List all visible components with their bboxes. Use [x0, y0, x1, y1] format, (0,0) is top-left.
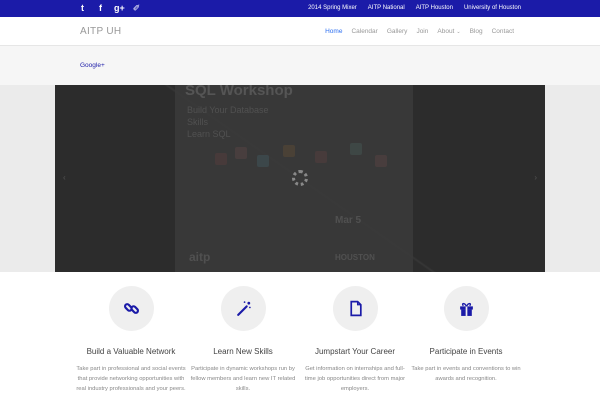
chevron-down-icon: ⌄: [456, 29, 461, 35]
link-icon: [123, 303, 140, 314]
feature-description: Take part in events and conventions to w…: [411, 366, 521, 382]
loading-spinner-icon: [292, 170, 308, 186]
nav-item-about-label: About: [437, 28, 455, 35]
image-slider[interactable]: SQL Workshop Build Your Database Skills …: [55, 85, 545, 272]
nav-item-join[interactable]: Join: [416, 28, 428, 35]
poster-decoration: [257, 155, 269, 167]
nav-item-contact[interactable]: Contact: [492, 28, 514, 35]
document-icon: [350, 300, 362, 317]
top-link-university-of-houston[interactable]: University of Houston: [464, 0, 521, 17]
google-plus-icon[interactable]: g+: [114, 0, 125, 17]
poster-decoration: [315, 151, 327, 163]
poster-line: Learn SQL: [187, 129, 231, 139]
poster-line: Skills: [187, 117, 209, 127]
top-links: 2014 Spring Mixer AITP National AITP Hou…: [308, 0, 521, 17]
poster-decoration: [215, 153, 227, 165]
feature-title: Learn New Skills: [213, 347, 273, 356]
top-bar: t f g+ ✐ 2014 Spring Mixer AITP National…: [0, 0, 600, 17]
feature-icon-circle: [109, 286, 154, 331]
feature-icon-circle: [333, 286, 378, 331]
poster-title: SQL Workshop: [185, 85, 293, 99]
slider-prev-icon[interactable]: ‹: [63, 173, 66, 182]
feature-title: Build a Valuable Network: [86, 347, 176, 356]
nav-item-home[interactable]: Home: [325, 28, 342, 35]
sub-bar: Google+: [0, 46, 600, 85]
slider-next-icon[interactable]: ›: [534, 173, 537, 182]
poster-decoration: [235, 147, 247, 159]
poster-decoration: [350, 143, 362, 155]
feature-description: Take part in professional and social eve…: [76, 366, 186, 392]
feature-description: Get information on internships and full-…: [304, 366, 406, 392]
nav-item-blog[interactable]: Blog: [470, 28, 483, 35]
social-links: t f g+ ✐: [78, 0, 141, 17]
feature-description: Participate in dynamic workshops run by …: [190, 366, 296, 392]
top-link-aitp-national[interactable]: AITP National: [368, 0, 405, 17]
poster-houston-logo: HOUSTON: [335, 253, 375, 262]
twitter-icon[interactable]: t: [78, 0, 87, 17]
poster-decoration: [283, 145, 295, 157]
poster-decoration: [375, 155, 387, 167]
link-icon[interactable]: ✐: [132, 0, 141, 17]
nav-item-about[interactable]: About ⌄: [437, 28, 460, 35]
magic-wand-icon: [237, 301, 251, 316]
feature-icon-circle: [444, 286, 489, 331]
main-nav: Home Calendar Gallery Join About ⌄ Blog C…: [325, 17, 514, 46]
gift-icon: [460, 302, 473, 316]
poster-date: Mar 5: [335, 215, 362, 226]
feature-title: Participate in Events: [429, 347, 503, 356]
top-link-spring-mixer[interactable]: 2014 Spring Mixer: [308, 0, 357, 17]
facebook-icon[interactable]: f: [96, 0, 105, 17]
site-logo[interactable]: AITP UH: [80, 17, 121, 46]
nav-item-calendar[interactable]: Calendar: [351, 28, 377, 35]
top-link-aitp-houston[interactable]: AITP Houston: [416, 0, 453, 17]
nav-item-gallery[interactable]: Gallery: [387, 28, 408, 35]
google-plus-link[interactable]: Google+: [80, 46, 105, 85]
features-section: Build a Valuable Network Take part in pr…: [0, 272, 600, 400]
poster-line: Build Your Database: [187, 105, 269, 115]
site-header: AITP UH Home Calendar Gallery Join About…: [0, 17, 600, 46]
feature-icon-circle: [221, 286, 266, 331]
poster-aitp-logo: aitp: [189, 250, 211, 264]
